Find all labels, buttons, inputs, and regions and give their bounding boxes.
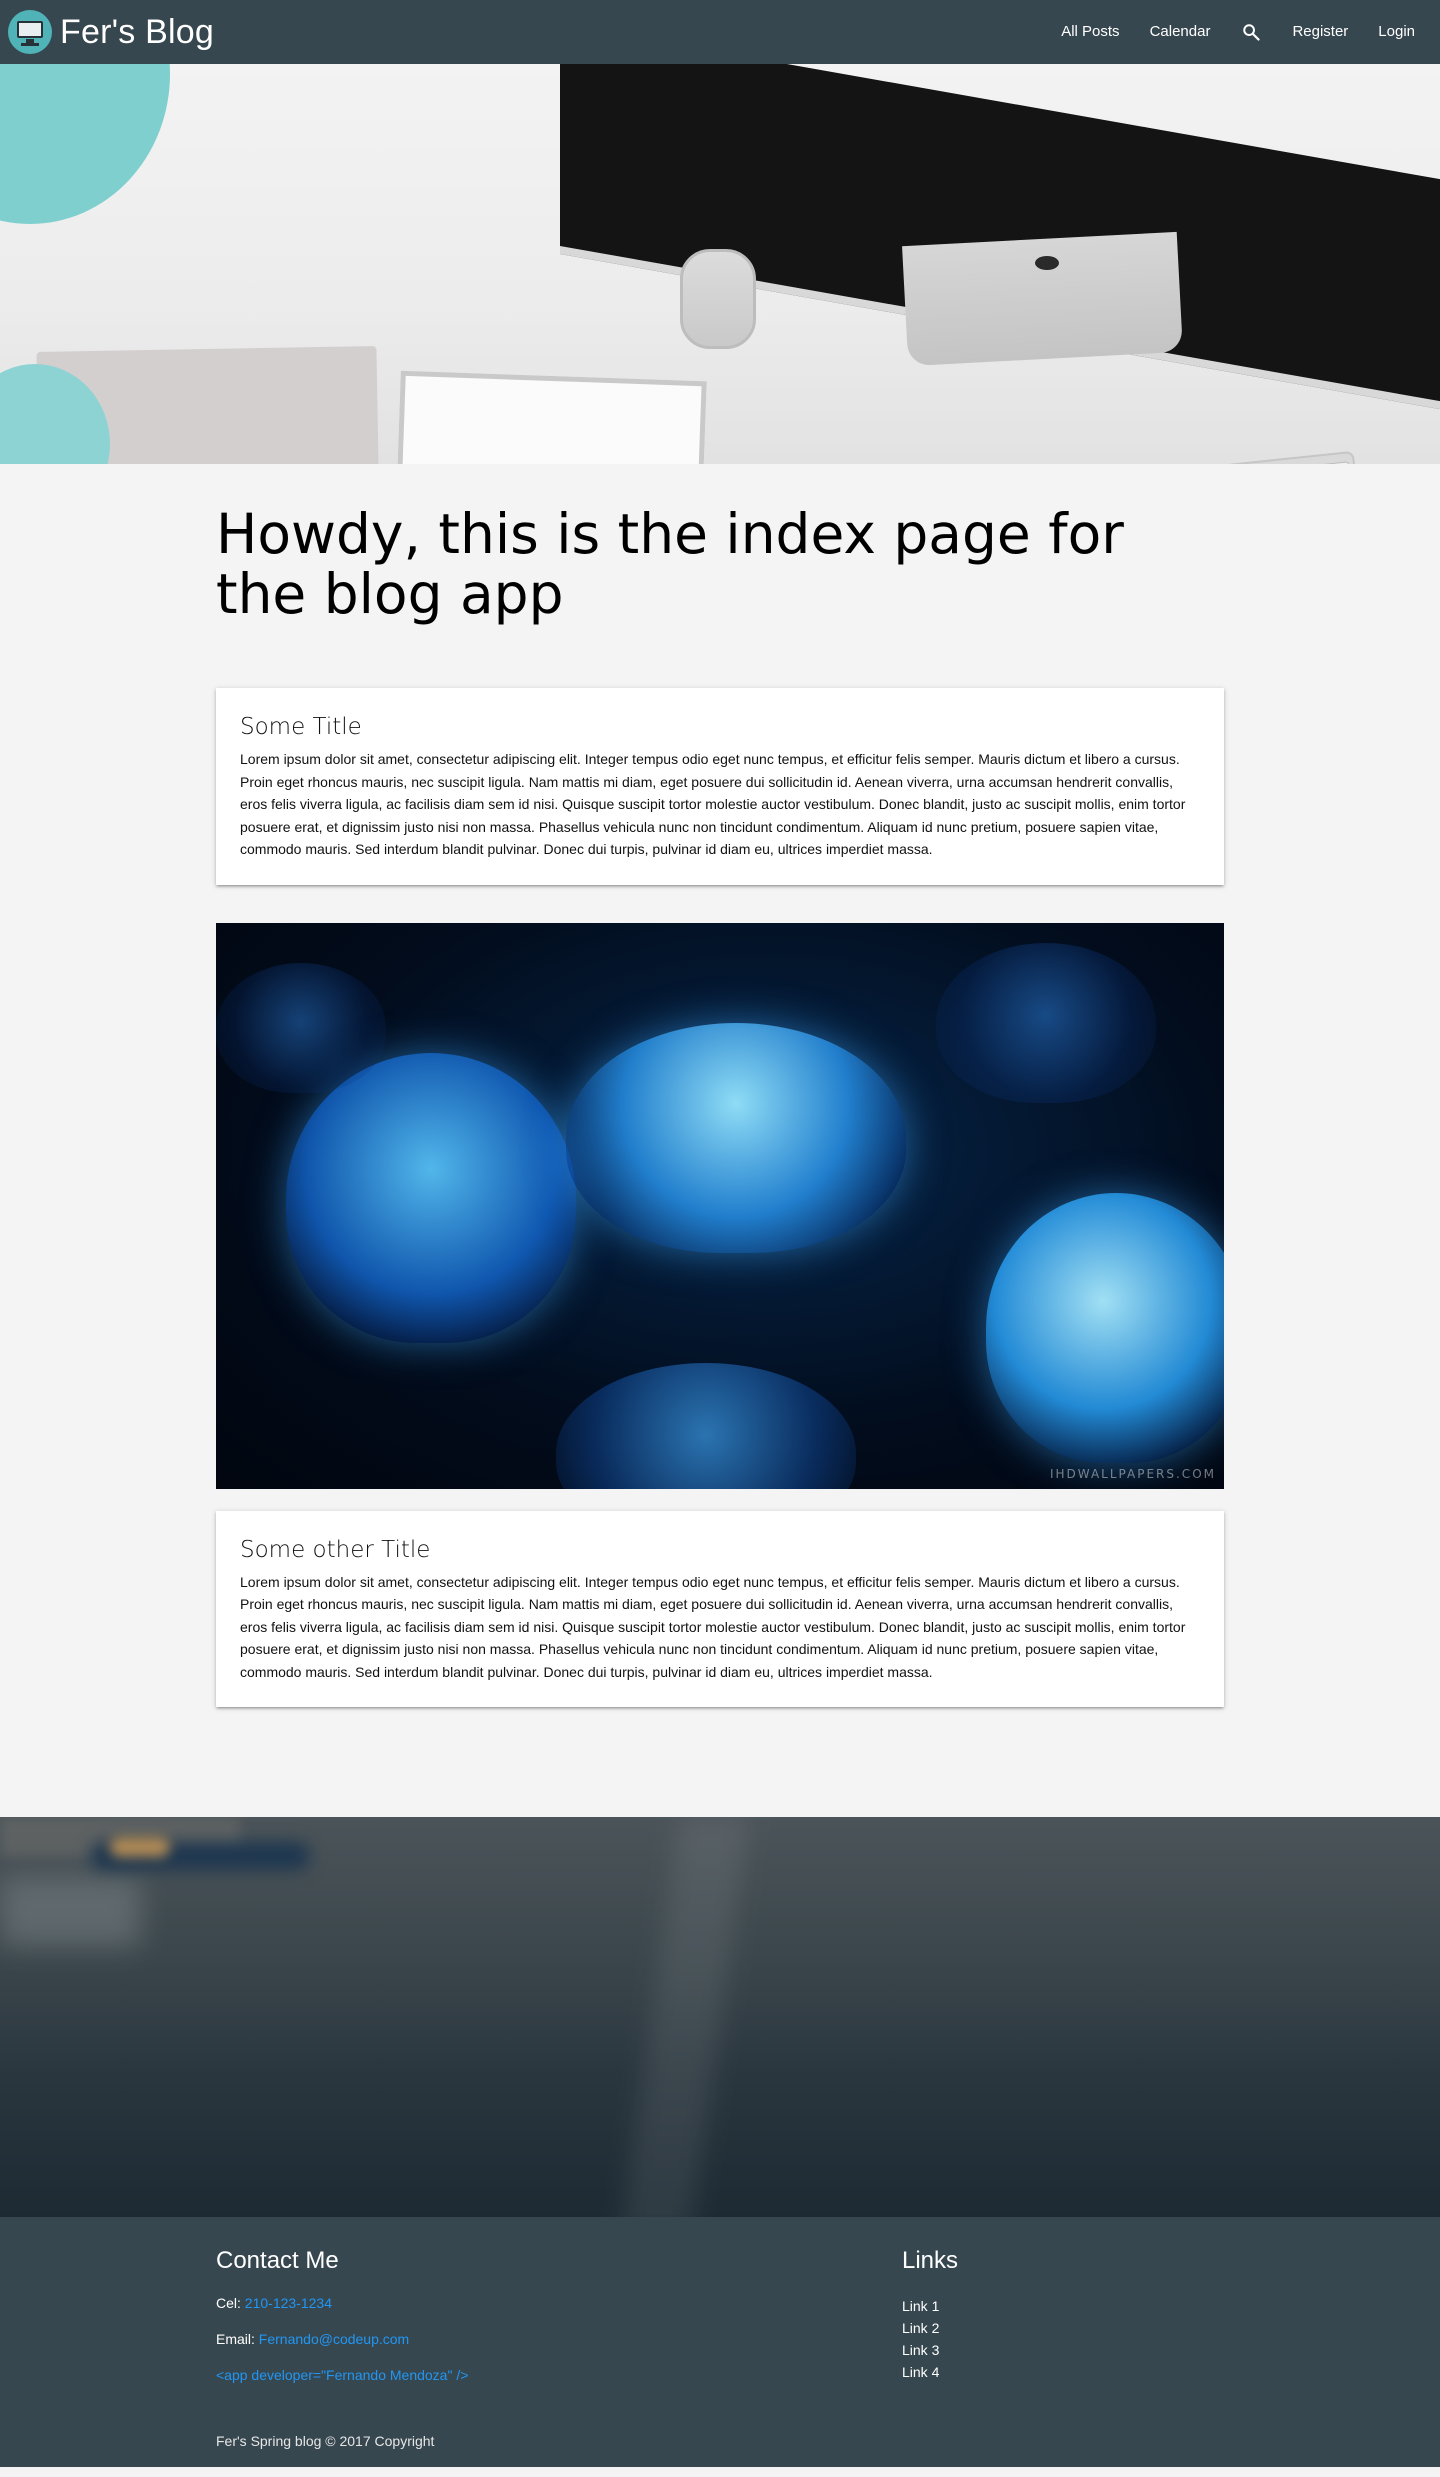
footer-link-1[interactable]: Link 1: [902, 2295, 1224, 2317]
jellyfish-image: IHDWALLPAPERS.COM: [216, 922, 1224, 1489]
nav-links: All Posts Calendar Register Login: [1046, 0, 1430, 64]
copyright: Fer's Spring blog © 2017 Copyright: [216, 2433, 435, 2449]
email-link[interactable]: Fernando@codeup.com: [259, 2331, 409, 2347]
brand-link[interactable]: Fer's Blog: [8, 10, 214, 54]
computer-monitor-icon: [8, 10, 52, 54]
links-heading: Links: [902, 2247, 959, 2274]
navbar: Fer's Blog All Posts Calendar Register L…: [0, 0, 1440, 64]
post-card: Some other Title Lorem ipsum dolor sit a…: [216, 1510, 1224, 1707]
post-card: Some Title Lorem ipsum dolor sit amet, c…: [216, 688, 1224, 885]
post-title[interactable]: Some other Title: [240, 1535, 1200, 1565]
email-label: Email:: [216, 2331, 255, 2347]
phone-label: Cel:: [216, 2295, 241, 2311]
contact-heading: Contact Me: [216, 2247, 339, 2274]
footer-link-3[interactable]: Link 3: [902, 2339, 1224, 2361]
nav-all-posts[interactable]: All Posts: [1046, 0, 1134, 64]
post-body: Lorem ipsum dolor sit amet, consectetur …: [240, 751, 1186, 857]
footer: Contact Me Cel: 210-123-1234 Email: Fern…: [0, 2217, 1440, 2467]
post-title[interactable]: Some Title: [240, 712, 1200, 742]
post-body: Lorem ipsum dolor sit amet, consectetur …: [240, 1573, 1186, 1680]
nav-login[interactable]: Login: [1363, 0, 1430, 64]
links-section: Links Link 1 Link 2 Link 3 Link 4: [902, 2247, 1224, 2403]
image-watermark: IHDWALLPAPERS.COM: [1049, 1466, 1216, 1481]
search-icon[interactable]: [1225, 0, 1277, 64]
page-title: Howdy, this is the index page for the bl…: [216, 502, 1124, 626]
email-line: Email: Fernando@codeup.com: [216, 2331, 902, 2347]
developer-tag[interactable]: <app developer="Fernando Mendoza" />: [216, 2367, 902, 2383]
footer-link-2[interactable]: Link 2: [902, 2317, 1224, 2339]
brand-title[interactable]: Fer's Blog: [60, 13, 214, 52]
nav-calendar[interactable]: Calendar: [1135, 0, 1226, 64]
contact-section: Contact Me Cel: 210-123-1234 Email: Fern…: [216, 2247, 902, 2403]
main-content: Howdy, this is the index page for the bl…: [216, 464, 1224, 1817]
phone-line: Cel: 210-123-1234: [216, 2295, 902, 2311]
hero-image: [0, 64, 1440, 464]
footer-link-4[interactable]: Link 4: [902, 2361, 1224, 2383]
phone-link[interactable]: 210-123-1234: [245, 2295, 332, 2311]
nav-register[interactable]: Register: [1277, 0, 1363, 64]
desk-background-image: [0, 1817, 1440, 2217]
